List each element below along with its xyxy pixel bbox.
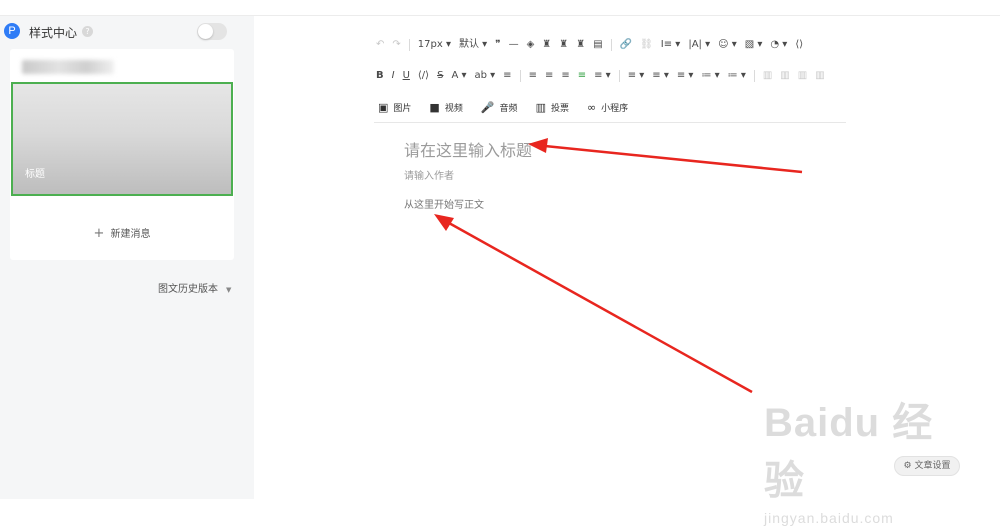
font-size-select[interactable]: 17px ▾	[418, 36, 451, 54]
author-input[interactable]: 请输入作者	[404, 167, 454, 182]
toolbar-divider	[610, 39, 612, 51]
toolbar-divider	[408, 39, 410, 51]
history-version-dropdown[interactable]: 图文历史版本 ▼	[158, 280, 231, 295]
unlink-icon[interactable]: ⛓	[640, 36, 653, 54]
article-list-card: 标题 + 新建消息	[10, 49, 234, 260]
toolbar-divider	[618, 70, 620, 82]
paint-icon[interactable]: ♜	[559, 36, 568, 54]
media-toolbar: ▣ 图片 ■ 视频 🎤 音频 ▥ 投票 ∞ 小程序	[378, 98, 646, 116]
quote-icon[interactable]: ❞	[495, 36, 500, 54]
image-icon: ▣	[378, 100, 389, 114]
title-input[interactable]: 请在这里输入标题	[404, 137, 532, 161]
app-badge-icon: P	[4, 23, 20, 39]
document-icon[interactable]: ▤	[593, 36, 602, 54]
settings-icon: ⚙	[903, 461, 915, 471]
insert-audio-label: 音频	[499, 103, 518, 114]
miniprogram-icon: ∞	[586, 100, 597, 114]
link-icon[interactable]: 🔗	[620, 36, 632, 54]
ordered-list-icon[interactable]: ≔ ▾	[701, 67, 719, 85]
align-more-icon[interactable]: ≡ ▾	[594, 67, 611, 85]
toolbar-row-2: B I U ⟨/⟩ S A ▾ ab ▾ ≡ ≡ ≡ ≡ ≡ ≡ ▾ ≡ ▾ ≡…	[376, 67, 833, 85]
help-icon[interactable]: ?	[82, 26, 93, 37]
cover-title: 标题	[25, 169, 45, 180]
watermark-main-text: Baidu 经验	[764, 401, 934, 503]
toolbar-separator-line	[374, 122, 846, 123]
insert-miniprogram-button[interactable]: ∞ 小程序	[587, 101, 628, 114]
table-icon[interactable]: ▥	[763, 67, 772, 85]
table-col-icon[interactable]: ▥	[798, 67, 807, 85]
insert-vote-label: 投票	[550, 103, 569, 114]
microphone-icon: 🎤	[480, 100, 495, 114]
article-cover-selected[interactable]: 标题	[11, 82, 233, 196]
new-message-label: 新建消息	[110, 229, 151, 240]
toolbar-divider	[519, 70, 521, 82]
watermark-url: jingyan.baidu.com	[764, 510, 894, 526]
article-settings-label: 文章设置	[914, 461, 951, 471]
article-settings-button[interactable]: ⚙ 文章设置	[894, 456, 960, 476]
inline-code-icon[interactable]: ⟨/⟩	[418, 67, 429, 85]
table-row-icon[interactable]: ▥	[780, 67, 789, 85]
undo-icon[interactable]: ↶	[376, 36, 384, 54]
line-height-icon[interactable]: Ⅰ≡ ▾	[661, 36, 681, 54]
insert-video-label: 视频	[444, 103, 463, 114]
indent-both-icon[interactable]: ≡ ▾	[677, 67, 694, 85]
font-color-icon[interactable]: A ▾	[451, 67, 466, 85]
background-color-icon[interactable]: ab ▾	[474, 67, 495, 85]
align-center-icon[interactable]: ≡	[545, 67, 553, 85]
new-message-button[interactable]: + 新建消息	[10, 225, 234, 241]
plus-icon: +	[93, 226, 105, 241]
insert-audio-button[interactable]: 🎤 音频	[481, 101, 518, 114]
font-family-select[interactable]: 默认 ▾	[459, 36, 487, 54]
underline-icon[interactable]: U	[403, 67, 410, 85]
template-icon[interactable]: ♜	[576, 36, 585, 54]
align-left-icon[interactable]: ≡	[529, 67, 537, 85]
align-justify-icon[interactable]: ≡	[578, 67, 586, 85]
insert-vote-button[interactable]: ▥ 投票	[536, 101, 569, 114]
toolbar-row-1: ↶ ↷ 17px ▾ 默认 ▾ ❞ — ◈ ♜ ♜ ♜ ▤ 🔗 ⛓ Ⅰ≡ ▾ |…	[376, 36, 811, 54]
style-center-header: P 样式中心 ?	[0, 16, 254, 48]
code-icon[interactable]: ⟨⟩	[795, 36, 803, 54]
insert-image-label: 图片	[393, 103, 412, 114]
bar-chart-icon: ▥	[535, 100, 546, 114]
align-right-icon[interactable]: ≡	[561, 67, 569, 85]
caret-down-icon: ▼	[226, 286, 232, 294]
table-delete-icon[interactable]: ▥	[815, 67, 824, 85]
style-center-toggle[interactable]	[197, 23, 227, 40]
horizontal-rule-icon[interactable]: —	[509, 36, 519, 54]
strikethrough-icon[interactable]: S	[437, 67, 443, 85]
body-editor[interactable]: 从这里开始写正文	[404, 196, 484, 211]
style-center-title: 样式中心	[29, 26, 78, 40]
format-brush-icon[interactable]: ◈	[527, 36, 535, 54]
video-icon: ■	[429, 100, 440, 114]
spacing-after-icon[interactable]: ≡ ▾	[652, 67, 669, 85]
sidebar: P 样式中心 ? 标题 + 新建消息 图文历史版本 ▼	[0, 16, 254, 499]
indent-icon[interactable]: ≡	[503, 67, 511, 85]
insert-video-button[interactable]: ■ 视频	[429, 101, 462, 114]
italic-icon[interactable]: I	[392, 67, 395, 85]
redo-icon[interactable]: ↷	[392, 36, 400, 54]
insert-image-button[interactable]: ▣ 图片	[378, 101, 411, 114]
spacing-before-icon[interactable]: ≡ ▾	[628, 67, 645, 85]
letter-spacing-icon[interactable]: |A| ▾	[688, 36, 710, 54]
insert-miniprogram-label: 小程序	[601, 103, 629, 114]
bold-icon[interactable]: B	[376, 67, 384, 85]
toolbar-divider	[753, 70, 755, 82]
image-insert-icon[interactable]: ▧ ▾	[745, 36, 763, 54]
unordered-list-icon[interactable]: ≔ ▾	[728, 67, 746, 85]
blurred-account-name	[22, 60, 114, 74]
clear-format-icon[interactable]: ♜	[542, 36, 551, 54]
top-bar	[0, 0, 1000, 16]
history-label: 图文历史版本	[158, 284, 218, 295]
more-icon[interactable]: ◔ ▾	[770, 36, 787, 54]
emoji-icon[interactable]: ☺ ▾	[718, 36, 737, 54]
